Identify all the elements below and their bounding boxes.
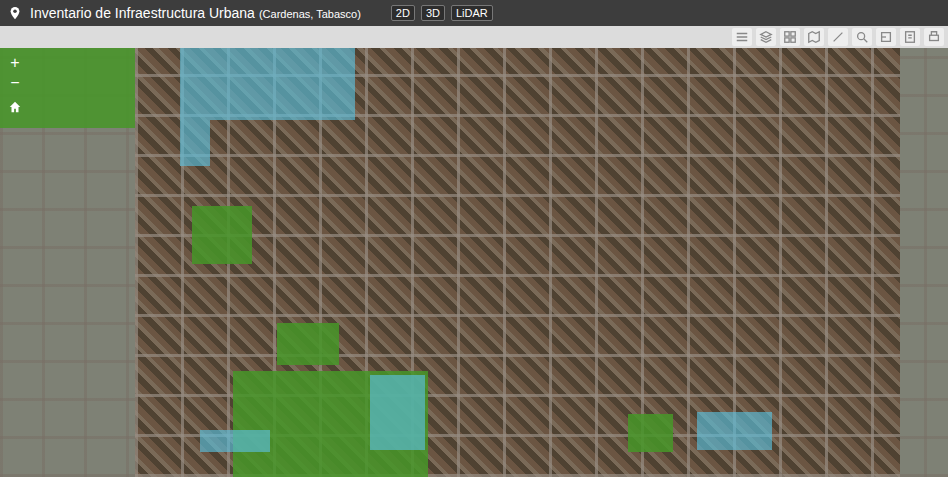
water-overlay — [180, 48, 210, 166]
green-area-overlay — [192, 206, 252, 264]
home-icon — [8, 100, 22, 114]
view-button[interactable]: 2D — [391, 5, 415, 21]
view-button[interactable]: 3D — [421, 5, 445, 21]
toolbar-button[interactable] — [900, 28, 920, 46]
zoom-in-button[interactable]: + — [6, 54, 24, 72]
view-button[interactable]: LiDAR — [451, 5, 493, 21]
search-icon — [855, 30, 869, 44]
water-overlay — [370, 375, 425, 450]
pin-icon — [8, 5, 22, 21]
toolbar-button[interactable] — [804, 28, 824, 46]
basemap-icon — [807, 30, 821, 44]
green-area-overlay — [277, 323, 339, 365]
zoom-controls: +− — [6, 54, 24, 116]
green-area-overlay — [628, 414, 673, 452]
measure-icon — [879, 30, 893, 44]
app-title: Inventario de Infraestructura Urbana(Car… — [30, 5, 361, 21]
green-area-overlay — [0, 48, 135, 128]
info-icon — [903, 30, 917, 44]
toolbar-button[interactable] — [756, 28, 776, 46]
zoom-out-button[interactable]: − — [6, 74, 24, 92]
toolbar-button[interactable] — [852, 28, 872, 46]
toolbar-button[interactable] — [732, 28, 752, 46]
list-icon — [735, 30, 749, 44]
print-icon — [927, 30, 941, 44]
water-overlay — [200, 430, 270, 452]
header-bar: Inventario de Infraestructura Urbana(Car… — [0, 0, 948, 26]
toolbar — [0, 26, 948, 48]
grid-icon — [783, 30, 797, 44]
water-overlay — [697, 412, 772, 450]
toolbar-button[interactable] — [828, 28, 848, 46]
toolbar-button[interactable] — [876, 28, 896, 46]
app-subtitle: (Cardenas, Tabasco) — [259, 8, 361, 20]
map-view[interactable]: +− — [0, 48, 948, 477]
view-buttons: 2D 3D LiDAR — [391, 5, 493, 21]
toolbar-button[interactable] — [924, 28, 944, 46]
ruler-icon — [831, 30, 845, 44]
layers-icon — [759, 30, 773, 44]
toolbar-button[interactable] — [780, 28, 800, 46]
water-overlay — [210, 48, 355, 120]
home-button[interactable] — [6, 98, 24, 116]
